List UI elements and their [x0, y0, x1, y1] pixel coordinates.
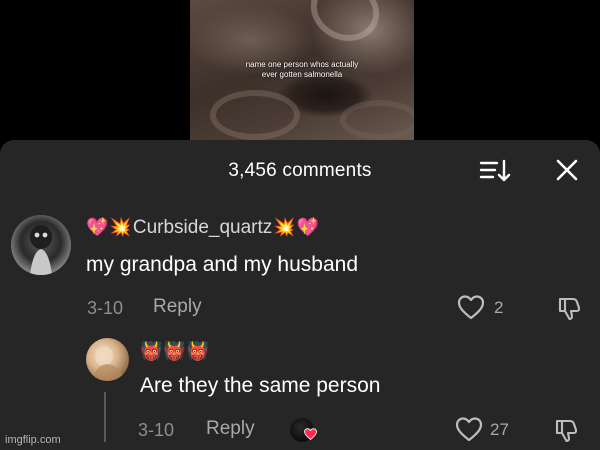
video-caption-line: name one person whos actually: [245, 60, 359, 69]
username-text: Curbside_quartz: [132, 217, 273, 238]
ogre-emoji: 👹: [163, 341, 186, 362]
comment-text: Are they the same person: [140, 374, 381, 397]
avatar[interactable]: [86, 338, 129, 381]
sort-descending-icon[interactable]: [479, 158, 513, 184]
ogre-emoji: 👹: [186, 341, 210, 362]
reply-button[interactable]: Reply: [153, 296, 202, 318]
heart-outline-icon[interactable]: [455, 416, 483, 442]
comment-username[interactable]: 👹 👹 👹: [140, 340, 209, 364]
video-frame[interactable]: name one person whos actually ever gotte…: [190, 0, 414, 140]
collision-emoji: 💥: [109, 217, 132, 238]
reply-button[interactable]: Reply: [206, 418, 255, 440]
comments-panel: [0, 140, 600, 450]
video-caption-line: ever gotten salmonella: [261, 70, 343, 79]
thread-line: [104, 392, 106, 442]
video-area[interactable]: name one person whos actually ever gotte…: [0, 0, 600, 140]
video-texture: [300, 0, 390, 52]
creator-heart-icon: [304, 428, 317, 440]
video-texture: [340, 100, 414, 140]
comment-date: 3-10: [138, 420, 175, 440]
avatar-photo-icon: [92, 346, 124, 381]
thumbs-down-icon[interactable]: [553, 416, 581, 444]
avatar-photo-icon: [30, 225, 52, 275]
comment-date: 3-10: [87, 298, 124, 318]
close-icon[interactable]: [553, 156, 581, 184]
avatar[interactable]: [11, 215, 71, 275]
like-count: 2: [494, 298, 504, 317]
ogre-emoji: 👹: [140, 341, 163, 362]
sparkling-heart-emoji: 💖: [296, 217, 320, 238]
thumbs-down-icon[interactable]: [556, 294, 584, 322]
collision-emoji: 💥: [273, 217, 296, 238]
like-count: 27: [490, 420, 509, 439]
comment-username[interactable]: 💖 💥 Curbside_quartz 💥 💖: [86, 216, 319, 240]
heart-outline-icon[interactable]: [457, 294, 485, 320]
comment-text: my grandpa and my husband: [86, 253, 359, 276]
video-texture: [210, 90, 300, 140]
video-caption: name one person whos actually ever gotte…: [190, 60, 414, 80]
watermark: imgflip.com: [5, 434, 61, 446]
sparkling-heart-emoji: 💖: [86, 217, 109, 238]
